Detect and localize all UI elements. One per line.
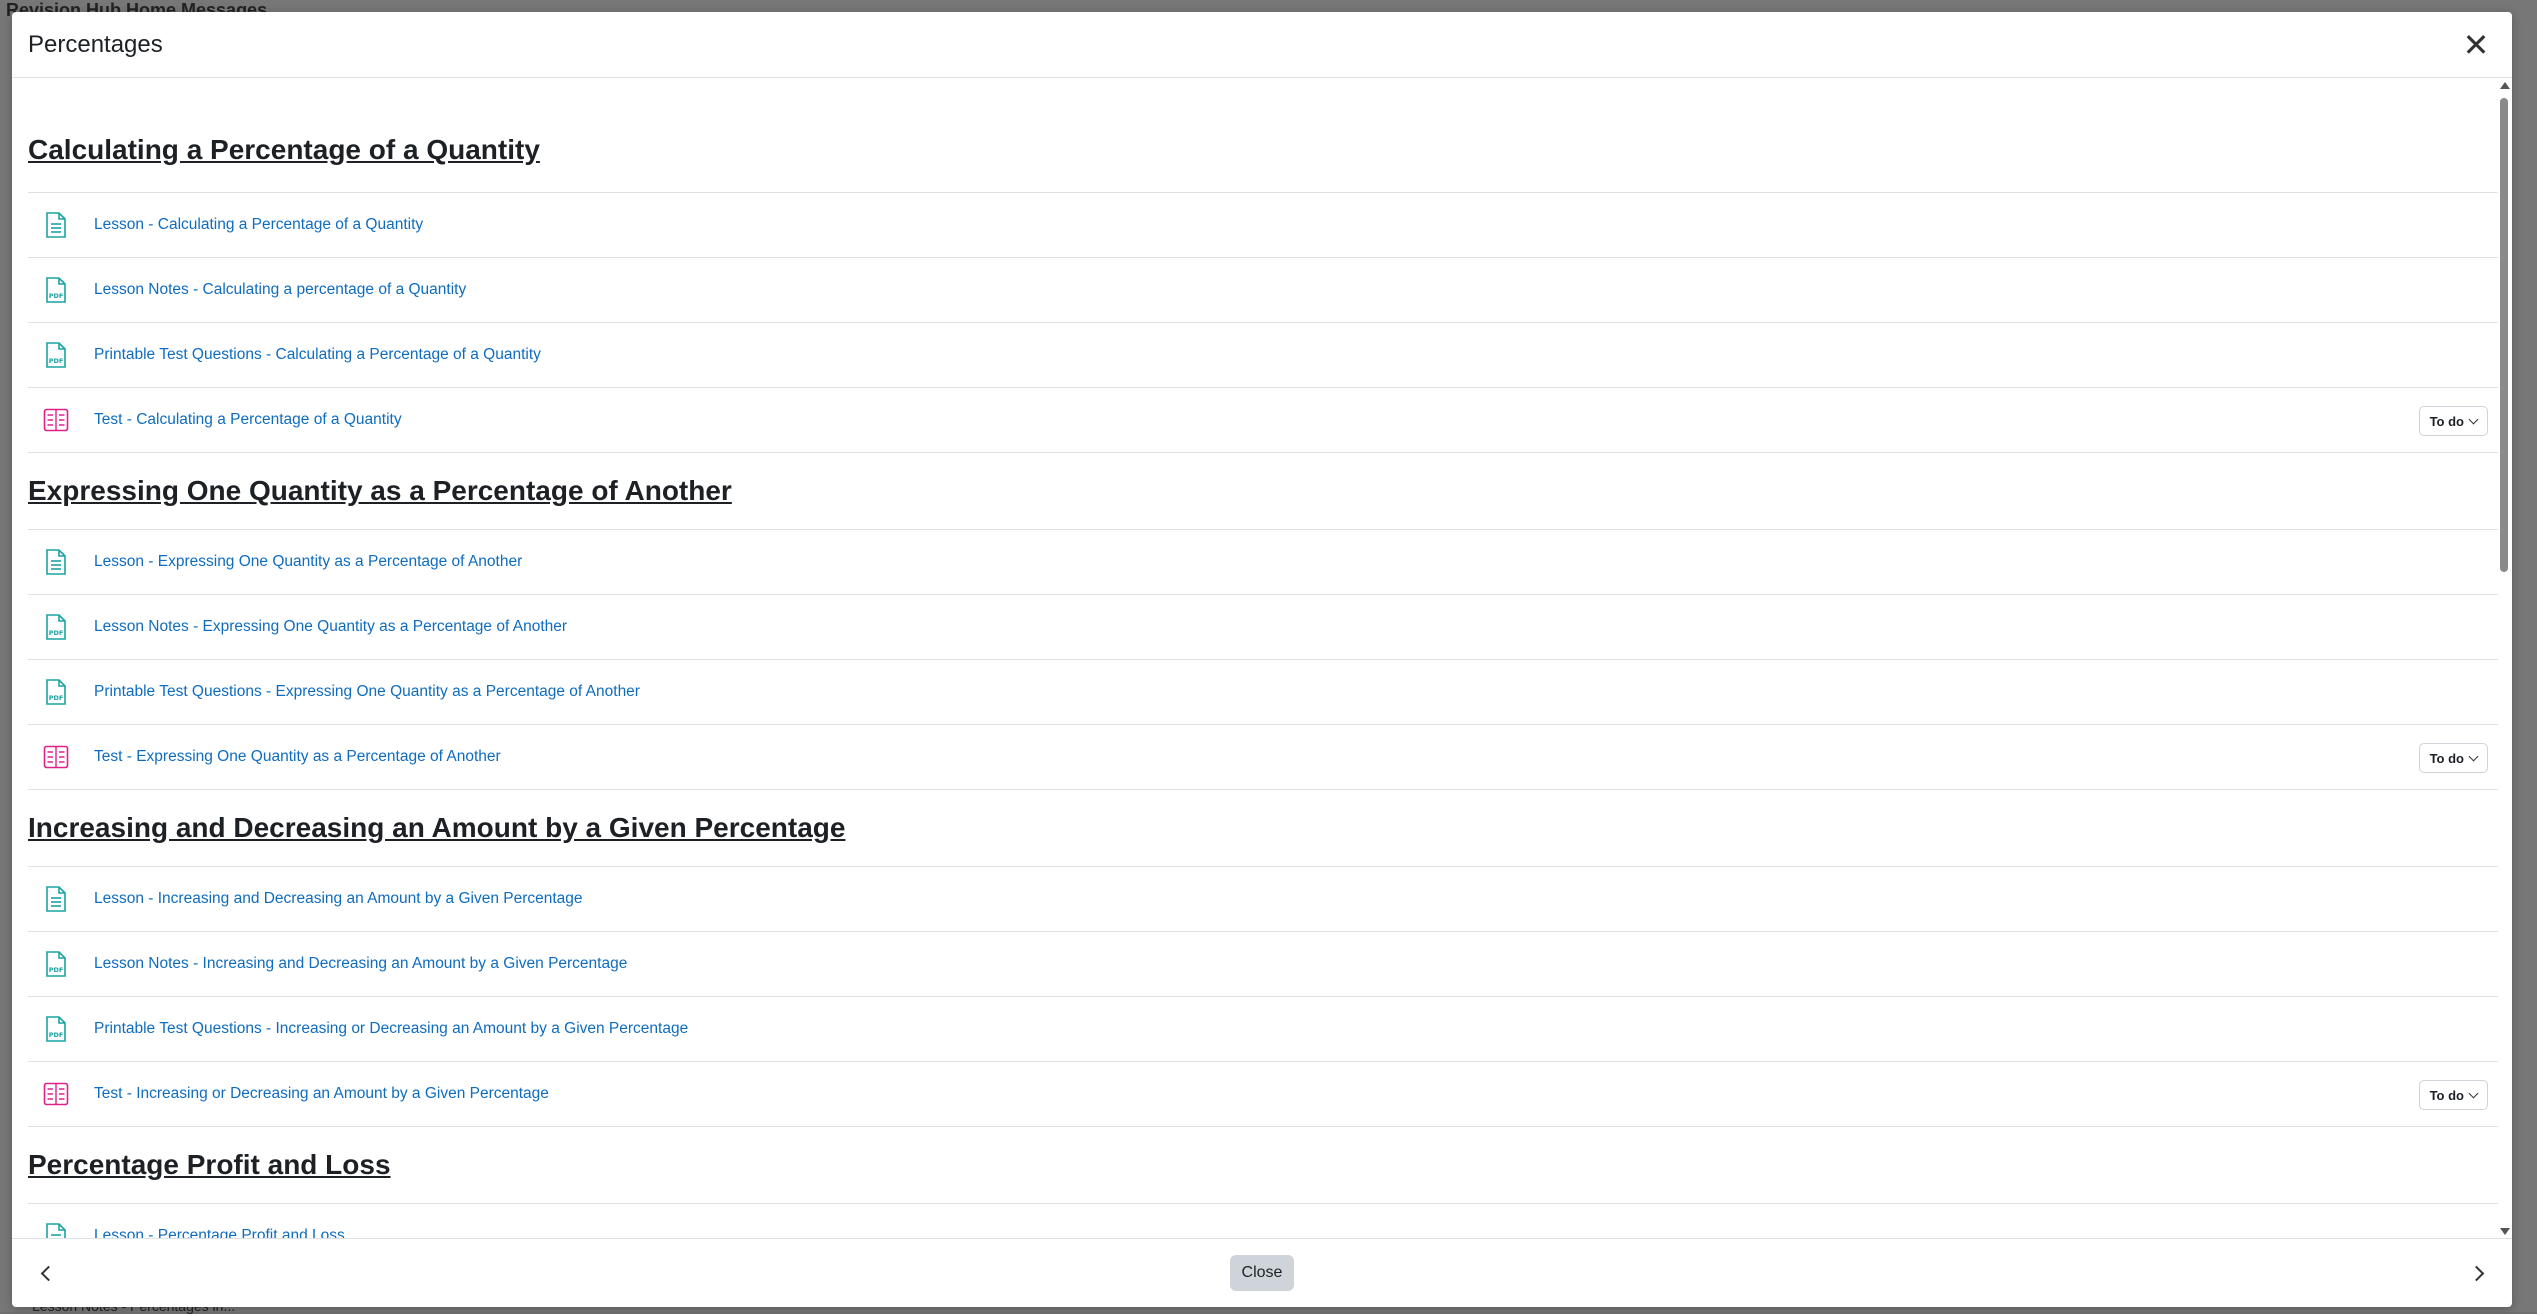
- modal-header: Percentages ✕: [12, 12, 2512, 78]
- chevron-right-icon: [2468, 1265, 2484, 1281]
- section: Expressing One Quantity as a Percentage …: [28, 453, 2498, 790]
- chevron-down-icon: [2468, 751, 2479, 761]
- activity-row: Lesson - Percentage Profit and Loss: [28, 1204, 2498, 1239]
- background-top-bar: Revision Hub Home Messages: [6, 0, 268, 20]
- page-icon: [42, 885, 70, 913]
- pdf-icon: PDF: [42, 276, 70, 304]
- pdf-icon: PDF: [42, 613, 70, 641]
- next-button[interactable]: [2462, 1257, 2494, 1289]
- activity-row: PDF Lesson Notes - Expressing One Quantit…: [28, 595, 2498, 660]
- activity-row: Lesson - Calculating a Percentage of a Q…: [28, 193, 2498, 258]
- svg-text:PDF: PDF: [49, 966, 64, 974]
- modal-title: Percentages: [28, 30, 163, 58]
- activity-link[interactable]: Lesson - Expressing One Quantity as a Pe…: [94, 553, 522, 571]
- quiz-icon: [42, 1080, 70, 1108]
- activity-link[interactable]: Test - Increasing or Decreasing an Amoun…: [94, 1085, 549, 1103]
- page-icon: [42, 211, 70, 239]
- activity-row: PDF Printable Test Questions - Expressing…: [28, 660, 2498, 725]
- svg-text:PDF: PDF: [49, 357, 64, 365]
- previous-button[interactable]: [30, 1257, 62, 1289]
- scrollbar[interactable]: [2498, 78, 2510, 1239]
- chevron-down-icon: [2468, 1088, 2479, 1098]
- section-list: Calculating a Percentage of a Quantity Le…: [28, 78, 2498, 1239]
- activity-row: PDF Printable Test Questions - Calculatin…: [28, 323, 2498, 388]
- section-title: Calculating a Percentage of a Quantity: [28, 78, 2498, 193]
- scroll-thumb[interactable]: [2500, 98, 2508, 572]
- completion-status-label: To do: [2429, 413, 2464, 429]
- activity-link[interactable]: Printable Test Questions - Expressing On…: [94, 683, 640, 701]
- svg-text:PDF: PDF: [49, 292, 64, 300]
- chevron-down-icon: [2468, 414, 2479, 424]
- completion-status-dropdown[interactable]: To do: [2418, 406, 2488, 436]
- activity-link[interactable]: Lesson Notes - Expressing One Quantity a…: [94, 618, 567, 636]
- section: Percentage Profit and Loss Lesson - Perce…: [28, 1127, 2498, 1239]
- activity-link[interactable]: Printable Test Questions - Increasing or…: [94, 1020, 688, 1038]
- completion-status-label: To do: [2429, 1087, 2464, 1103]
- quiz-icon: [42, 743, 70, 771]
- section-title: Expressing One Quantity as a Percentage …: [28, 453, 2498, 530]
- scroll-down-arrow-icon[interactable]: [2500, 1228, 2510, 1235]
- section-title: Percentage Profit and Loss: [28, 1127, 2498, 1204]
- pdf-icon: PDF: [42, 1015, 70, 1043]
- completion-status-label: To do: [2429, 750, 2464, 766]
- page-icon: [42, 548, 70, 576]
- svg-text:PDF: PDF: [49, 694, 64, 702]
- pdf-icon: PDF: [42, 341, 70, 369]
- completion-status-dropdown[interactable]: To do: [2418, 743, 2488, 773]
- activity-link[interactable]: Printable Test Questions - Calculating a…: [94, 346, 541, 364]
- section: Increasing and Decreasing an Amount by a…: [28, 790, 2498, 1127]
- activity-row: Lesson - Expressing One Quantity as a Pe…: [28, 530, 2498, 595]
- activity-link[interactable]: Lesson Notes - Increasing and Decreasing…: [94, 955, 627, 973]
- activity-link[interactable]: Lesson - Calculating a Percentage of a Q…: [94, 216, 423, 234]
- activity-row: Test - Increasing or Decreasing an Amoun…: [28, 1062, 2498, 1127]
- scroll-up-arrow-icon[interactable]: [2500, 82, 2510, 89]
- activity-row: PDF Printable Test Questions - Increasing…: [28, 997, 2498, 1062]
- section-title: Increasing and Decreasing an Amount by a…: [28, 790, 2498, 867]
- chevron-left-icon: [40, 1265, 56, 1281]
- activity-link[interactable]: Test - Expressing One Quantity as a Perc…: [94, 748, 501, 766]
- activity-row: Lesson - Increasing and Decreasing an Am…: [28, 867, 2498, 932]
- svg-text:PDF: PDF: [49, 629, 64, 637]
- activity-row: Test - Expressing One Quantity as a Perc…: [28, 725, 2498, 790]
- modal-body: Calculating a Percentage of a Quantity Le…: [12, 78, 2512, 1239]
- close-button[interactable]: Close: [1229, 1255, 1295, 1291]
- section: Calculating a Percentage of a Quantity Le…: [28, 78, 2498, 453]
- activity-link[interactable]: Lesson Notes - Calculating a percentage …: [94, 281, 466, 299]
- modal-footer: Close: [12, 1238, 2512, 1307]
- page-icon: [42, 1222, 70, 1239]
- percentages-modal: Percentages ✕ Calculating a Percentage o…: [12, 12, 2512, 1307]
- quiz-icon: [42, 406, 70, 434]
- pdf-icon: PDF: [42, 678, 70, 706]
- pdf-icon: PDF: [42, 950, 70, 978]
- svg-text:PDF: PDF: [49, 1031, 64, 1039]
- activity-link[interactable]: Test - Calculating a Percentage of a Qua…: [94, 411, 402, 429]
- completion-status-dropdown[interactable]: To do: [2418, 1080, 2488, 1110]
- activity-row: PDF Lesson Notes - Calculating a percenta…: [28, 258, 2498, 323]
- activity-link[interactable]: Lesson - Increasing and Decreasing an Am…: [94, 890, 583, 908]
- activity-row: PDF Lesson Notes - Increasing and Decreas…: [28, 932, 2498, 997]
- close-icon[interactable]: ✕: [2456, 25, 2496, 65]
- activity-row: Test - Calculating a Percentage of a Qua…: [28, 388, 2498, 453]
